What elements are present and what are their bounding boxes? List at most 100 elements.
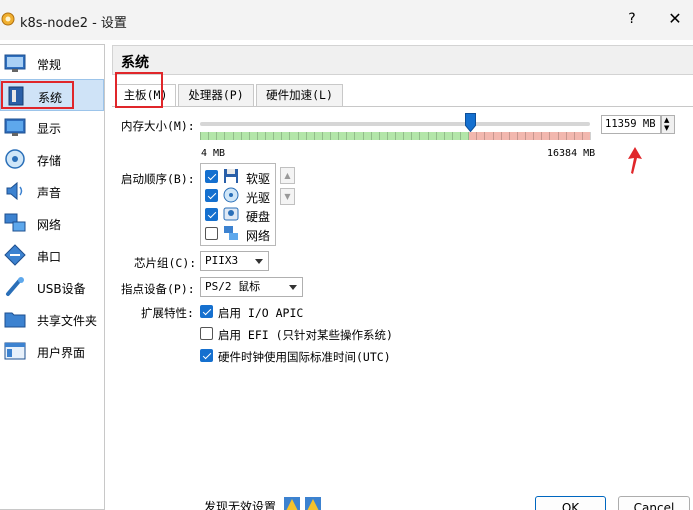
memory-slider-track[interactable] bbox=[200, 122, 590, 126]
pointing-device-select[interactable]: PS/2 鼠标 bbox=[200, 277, 303, 297]
boot-checkbox[interactable] bbox=[205, 208, 218, 221]
memory-slider-handle[interactable] bbox=[464, 113, 476, 132]
boot-order-list: 软驱 光驱 硬盘 网络 bbox=[200, 163, 276, 246]
spin-up-icon[interactable]: ▲ bbox=[664, 117, 669, 124]
chipset-select[interactable]: PIIX3 bbox=[200, 251, 269, 271]
serial-port-icon bbox=[4, 244, 26, 266]
boot-order-label: 启动顺序(B): bbox=[121, 172, 195, 186]
warning-icon[interactable] bbox=[305, 497, 321, 510]
network-boot-icon bbox=[224, 226, 238, 240]
slider-tick bbox=[590, 132, 591, 140]
slider-tick bbox=[208, 132, 210, 140]
slider-tick bbox=[468, 132, 470, 140]
slider-tick bbox=[273, 132, 275, 140]
annotation-arrow-icon bbox=[628, 147, 642, 174]
shared-folder-icon bbox=[4, 312, 26, 328]
slider-tick bbox=[224, 132, 226, 140]
slider-tick bbox=[581, 132, 583, 140]
sidebar-item-display[interactable]: 显示 bbox=[0, 111, 104, 143]
warning-icon[interactable] bbox=[284, 497, 300, 510]
slider-tick bbox=[378, 132, 380, 140]
memory-spinner[interactable]: ▲ ▼ bbox=[661, 115, 675, 134]
sidebar-item-general[interactable]: 常规 bbox=[0, 47, 104, 79]
slider-tick bbox=[476, 132, 478, 140]
memory-size-input[interactable]: 11359 MB bbox=[601, 115, 661, 134]
tab-divider bbox=[112, 106, 693, 107]
sidebar-item-label: 声音 bbox=[37, 186, 62, 200]
sidebar-item-serial-port[interactable]: 串口 bbox=[0, 239, 104, 271]
boot-checkbox[interactable] bbox=[205, 189, 218, 202]
page-title-bar: 系统 bbox=[112, 45, 693, 75]
spin-down-icon[interactable]: ▼ bbox=[664, 125, 669, 132]
slider-tick bbox=[338, 132, 340, 140]
slider-tick bbox=[354, 132, 356, 140]
memory-overcommit-range bbox=[469, 132, 590, 140]
sidebar-item-label: 用户界面 bbox=[37, 346, 86, 360]
slider-tick bbox=[484, 132, 486, 140]
slider-tick bbox=[435, 132, 437, 140]
slider-tick bbox=[281, 132, 283, 140]
slider-tick bbox=[403, 132, 405, 140]
slider-tick bbox=[411, 132, 413, 140]
sidebar-item-storage[interactable]: 存储 bbox=[0, 143, 104, 175]
list-item[interactable]: 软驱 bbox=[205, 167, 275, 186]
slider-tick bbox=[256, 132, 258, 140]
slider-tick bbox=[216, 132, 218, 140]
list-item[interactable]: 网络 bbox=[205, 224, 275, 243]
sidebar-item-network[interactable]: 网络 bbox=[0, 207, 104, 239]
slider-tick bbox=[500, 132, 502, 140]
slider-tick bbox=[419, 132, 421, 140]
sidebar-item-label: 共享文件夹 bbox=[37, 314, 98, 328]
memory-max-label: 16384 MB bbox=[547, 148, 596, 159]
ioapic-checkbox[interactable] bbox=[200, 305, 213, 318]
slider-tick bbox=[305, 132, 307, 140]
slider-tick bbox=[362, 132, 364, 140]
move-down-button[interactable]: ▼ bbox=[280, 188, 295, 205]
sidebar-item-audio[interactable]: 声音 bbox=[0, 175, 104, 207]
boot-checkbox[interactable] bbox=[205, 227, 218, 240]
slider-tick bbox=[533, 132, 535, 140]
slider-tick bbox=[265, 132, 266, 140]
annotation-highlight-box bbox=[1, 81, 74, 109]
list-item[interactable]: 光驱 bbox=[205, 186, 275, 205]
sidebar-item-label: USB设备 bbox=[37, 282, 86, 296]
cancel-button[interactable]: Cancel bbox=[618, 496, 690, 510]
ok-button[interactable]: OK bbox=[535, 496, 606, 510]
slider-tick bbox=[573, 132, 575, 140]
move-up-button[interactable]: ▲ bbox=[280, 167, 295, 184]
slider-tick bbox=[248, 132, 250, 140]
sidebar-item-label: 存储 bbox=[37, 154, 62, 168]
efi-label: 启用 EFI (只针对某些操作系统) bbox=[218, 328, 393, 342]
usb-icon bbox=[6, 277, 24, 296]
general-icon bbox=[4, 54, 26, 72]
sidebar-item-usb[interactable]: USB设备 bbox=[0, 271, 104, 303]
boot-checkbox[interactable] bbox=[205, 170, 218, 183]
storage-icon bbox=[5, 149, 25, 169]
sidebar-item-user-interface[interactable]: 用户界面 bbox=[0, 335, 104, 367]
memory-slider-scale bbox=[200, 132, 591, 140]
audio-icon bbox=[6, 181, 23, 201]
pointing-device-value: PS/2 鼠标 bbox=[205, 280, 261, 293]
sidebar-item-label: 常规 bbox=[37, 58, 62, 72]
slider-tick bbox=[516, 132, 518, 140]
tab-processor[interactable]: 处理器(P) bbox=[178, 84, 254, 106]
slider-tick bbox=[557, 132, 559, 140]
utc-clock-checkbox[interactable] bbox=[200, 349, 213, 362]
help-button[interactable]: ? bbox=[624, 9, 640, 29]
hard-disk-icon bbox=[223, 207, 239, 221]
close-button[interactable]: ✕ bbox=[665, 9, 685, 29]
network-icon bbox=[4, 213, 26, 232]
slider-tick bbox=[565, 132, 567, 140]
settings-category-list: 常规 系统 显示 存储 声音 网络 串口 USB设备 共享文件夹 用户界面 bbox=[0, 44, 105, 510]
tab-acceleration[interactable]: 硬件加速(L) bbox=[256, 84, 343, 106]
ioapic-label: 启用 I/O APIC bbox=[218, 306, 304, 320]
sidebar-item-shared-folders[interactable]: 共享文件夹 bbox=[0, 303, 104, 335]
utc-clock-label: 硬件时钟使用国际标准时间(UTC) bbox=[218, 350, 391, 364]
list-item[interactable]: 硬盘 bbox=[205, 205, 275, 224]
slider-tick bbox=[370, 132, 372, 140]
slider-tick bbox=[330, 132, 331, 140]
efi-checkbox[interactable] bbox=[200, 327, 213, 340]
floppy-icon bbox=[224, 169, 238, 183]
boot-item-label: 光驱 bbox=[246, 191, 271, 205]
optical-drive-icon bbox=[223, 187, 239, 203]
